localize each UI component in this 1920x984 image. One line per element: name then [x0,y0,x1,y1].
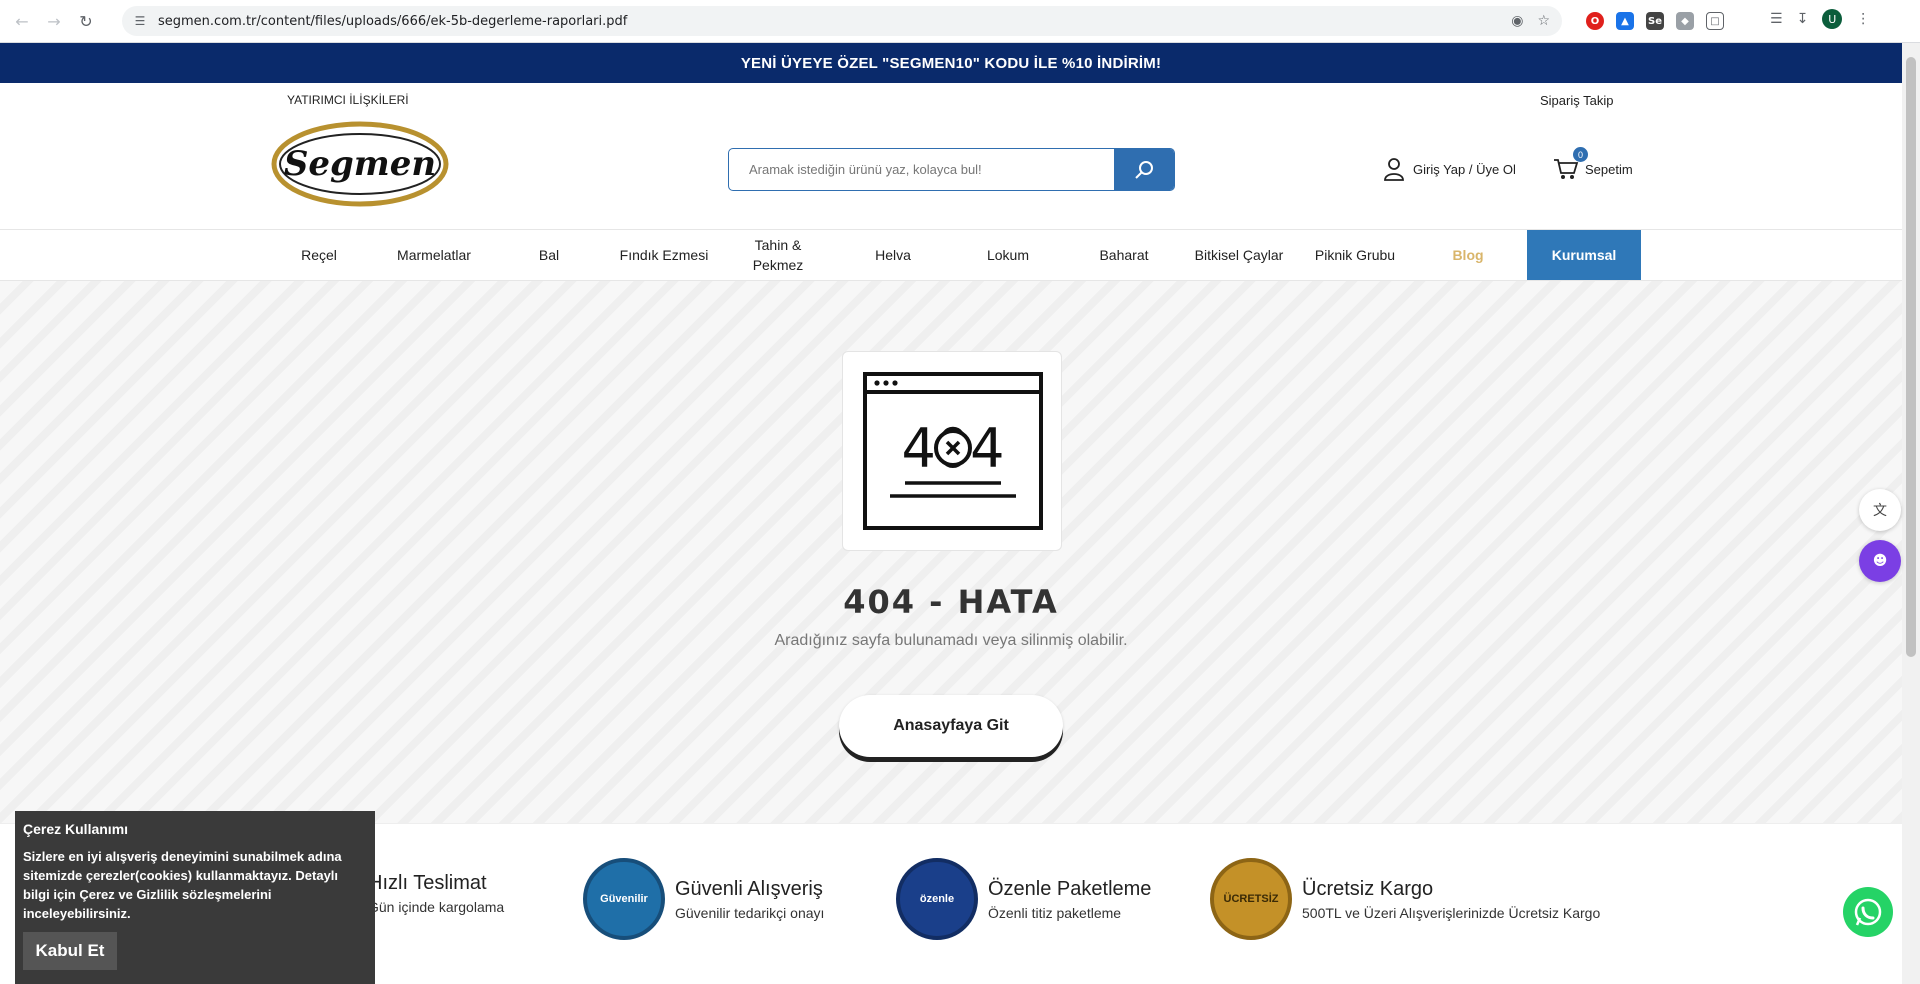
scrollbar-thumb[interactable] [1906,57,1916,657]
cart-link[interactable]: 0 Sepetim [1553,147,1633,181]
cart-label[interactable]: Sepetim [1585,162,1633,177]
menu-item-marmelatlar[interactable]: Marmelatlar [374,230,494,280]
download-icon[interactable]: ↧ [1797,11,1809,27]
feature-free-shipping: ÜCRETSİZ Ücretsiz Kargo 500TL ve Üzeri A… [1210,858,1600,940]
investor-relations-link[interactable]: YATIRIMCI İLİŞKİLERİ [287,93,409,107]
menu-item-blog[interactable]: Blog [1423,230,1513,280]
menu-item-lokum[interactable]: Lokum [963,230,1053,280]
url-text[interactable]: segmen.com.tr/content/files/uploads/666/… [158,14,627,29]
error-illustration: 404 [842,351,1062,551]
package-seal-icon: özenle [896,858,978,940]
cookie-body: Sizlere en iyi alışveriş deneyimini suna… [23,849,342,921]
top-links: YATIRIMCI İLİŞKİLERİ Sipariş Takip [0,83,1902,119]
svg-text:Segmen: Segmen [284,144,436,184]
reload-icon[interactable]: ↻ [76,11,96,31]
feature-desc: Özenli titiz paketleme [988,904,1122,921]
feature-desc: 500TL ve Üzeri Alışverişlerinizde Ücrets… [1302,904,1601,921]
extensions-tray: O ▲ Se ◆ □ [1576,6,1756,36]
feature-title: Ücretsiz Kargo [1302,877,1434,900]
profile-avatar[interactable]: U [1822,9,1843,29]
translate-icon[interactable]: 文 [1859,489,1901,531]
menu-item-baharat[interactable]: Baharat [1079,230,1169,280]
search-box: Aramak istediğin ürünü yaz, kolayca bul! [728,148,1175,191]
feature-desc: Gün içinde kargolama [368,898,505,915]
reading-list-icon[interactable]: ☰ [1770,11,1783,27]
order-tracking-link[interactable]: Sipariş Takip [1540,93,1613,108]
address-bar[interactable]: ☰ segmen.com.tr/content/files/uploads/66… [122,6,1562,36]
se-extension-icon[interactable]: Se [1646,12,1664,30]
cart-icon [1554,159,1579,179]
promo-banner[interactable]: YENİ ÜYEYE ÖZEL "SEGMEN10" KODU İLE %10 … [0,43,1902,83]
puzzle-extension-icon[interactable]: □ [1706,12,1724,30]
eye-off-icon[interactable]: ◉ [1511,13,1523,29]
forward-icon[interactable]: → [44,11,64,31]
search-input[interactable]: Aramak istediğin ürünü yaz, kolayca bul! [729,149,1114,190]
cart-count-badge: 0 [1573,147,1588,162]
feature-title: Özenle Paketleme [988,877,1152,900]
menu-item-bitkisel-caylar[interactable]: Bitkisel Çaylar [1182,230,1296,280]
feature-secure-shopping: Güvenilir Güvenli Alışveriş Güvenilir te… [583,858,824,940]
error-subtitle: Aradığınız sayfa bulunamadı veya silinmi… [774,632,1128,649]
menu-dots-icon[interactable]: ⋮ [1856,11,1870,27]
menu-item-helva[interactable]: Helva [848,230,938,280]
browser-404-icon: 404 [863,372,1043,530]
segmen-logo[interactable]: Segmen [270,119,450,209]
feature-careful-packaging: özenle Özenle Paketleme Özenli titiz pak… [896,858,1151,940]
trusted-seal-icon: Güvenilir [583,858,665,940]
whatsapp-icon [1854,898,1882,926]
free-shipping-seal-icon: ÜCRETSİZ [1210,858,1292,940]
site-info-icon[interactable]: ☰ [132,13,148,29]
error-title: 404 - HATA [843,583,1059,621]
back-icon[interactable]: ← [12,11,32,31]
page-scrollbar[interactable] [1902,43,1920,984]
cookie-accept-button[interactable]: Kabul Et [23,932,117,970]
go-home-button[interactable]: Anasayfaya Git [839,695,1063,757]
menu-item-bal[interactable]: Bal [504,230,594,280]
search-icon [1135,160,1153,179]
main-menu: Reçel Marmelatlar Bal Fındık Ezmesi Tahi… [0,229,1902,281]
assistant-icon[interactable]: ☻ [1859,540,1901,582]
menu-item-kurumsal[interactable]: Kurumsal [1527,230,1641,280]
browser-toolbar: ← → ↻ ☰ segmen.com.tr/content/files/uplo… [0,0,1920,43]
cookie-banner: Çerez Kullanımı Sizlere en iyi alışveriş… [15,811,375,984]
login-label[interactable]: Giriş Yap / Üye Ol [1413,162,1516,177]
whatsapp-button[interactable] [1843,887,1893,937]
login-link[interactable]: Giriş Yap / Üye Ol [1383,157,1516,181]
menu-item-piknik-grubu[interactable]: Piknik Grubu [1305,230,1405,280]
menu-item-findik-ezmesi[interactable]: Fındık Ezmesi [604,230,724,280]
feature-desc: Güvenilir tedarikçi onayı [675,904,825,921]
feature-title: Güvenli Alışveriş [675,877,823,900]
menu-item-recel[interactable]: Reçel [274,230,364,280]
user-icon [1384,158,1404,181]
shield-extension-icon[interactable]: ◆ [1676,12,1694,30]
site-header: Segmen Aramak istediğin ürünü yaz, kolay… [0,119,1902,229]
menu-item-tahin-pekmez[interactable]: Tahin & Pekmez [740,230,816,280]
opera-extension-icon[interactable]: O [1586,12,1604,30]
drop-extension-icon[interactable]: ▲ [1616,12,1634,30]
error-content: 404 404 - HATA Aradığınız sayfa bulunama… [0,281,1902,823]
search-button[interactable] [1114,149,1174,190]
feature-title: Hızlı Teslimat [368,871,487,894]
bookmark-star-icon[interactable]: ☆ [1537,13,1550,29]
cookie-title: Çerez Kullanımı [23,821,129,837]
